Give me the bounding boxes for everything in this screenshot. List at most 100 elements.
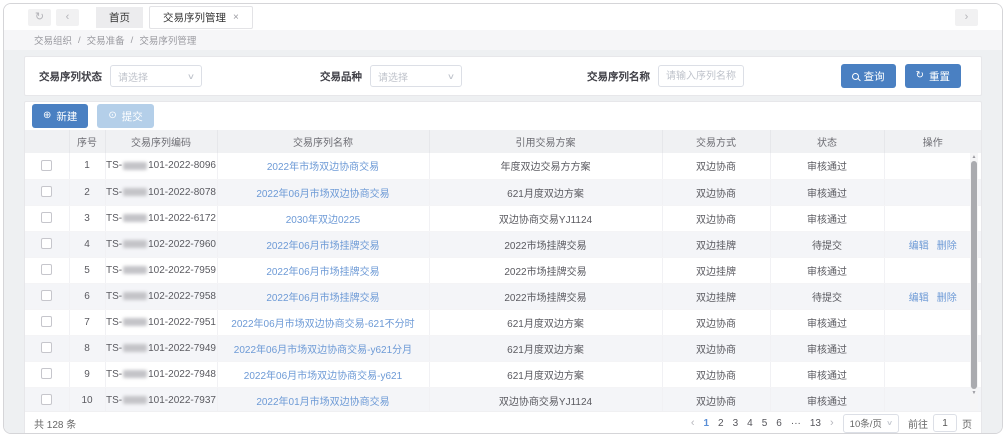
code-prefix: TS- bbox=[106, 160, 122, 171]
sequence-name-link[interactable]: 2022年06月市场双边协商交易-621不分时 bbox=[231, 319, 414, 330]
row-checkbox[interactable] bbox=[41, 290, 52, 301]
code-prefix: TS- bbox=[106, 291, 122, 302]
query-button[interactable]: 查询 bbox=[841, 64, 896, 88]
row-checkbox[interactable] bbox=[41, 160, 52, 171]
page-number[interactable]: 1 bbox=[703, 418, 709, 429]
delete-link[interactable]: 删除 bbox=[937, 293, 957, 304]
variety-select-placeholder: 请选择 bbox=[378, 69, 408, 84]
variety-select[interactable]: 请选择 ∨ bbox=[370, 65, 462, 87]
back-button[interactable]: ‹ bbox=[56, 9, 79, 26]
page-number[interactable]: 4 bbox=[747, 418, 753, 429]
sequence-name-link[interactable]: 2022年06月市场双边协商交易-y621分月 bbox=[234, 345, 412, 356]
scroll-down-icon[interactable]: ▼ bbox=[970, 389, 978, 397]
cell-index: 7 bbox=[69, 309, 105, 335]
breadcrumb-item: 交易序列管理 bbox=[139, 33, 196, 47]
code-prefix: TS- bbox=[106, 343, 122, 354]
name-filter-label: 交易序列名称 bbox=[587, 69, 650, 84]
row-checkbox[interactable] bbox=[41, 186, 52, 197]
code-suffix: 102-2022-7960 bbox=[148, 239, 216, 250]
app-window: ↻ ‹ 首页 交易序列管理 × › 交易组织 / 交易准备 / 交易序列管理 交… bbox=[3, 3, 1003, 434]
cell-mode: 双边协商 bbox=[662, 361, 770, 387]
sequence-name-link[interactable]: 2022年06月市场挂牌交易 bbox=[266, 267, 379, 278]
sequence-name-link[interactable]: 2022年01月市场双边协商交易 bbox=[256, 397, 389, 408]
cell-code: TS-101-2022-7948 bbox=[105, 361, 217, 387]
code-suffix: 101-2022-7937 bbox=[148, 395, 216, 406]
column-header: 状态 bbox=[770, 130, 884, 153]
reset-button[interactable]: ↻ 重置 bbox=[905, 64, 961, 88]
status-select[interactable]: 请选择 ∨ bbox=[110, 65, 202, 87]
code-prefix: TS- bbox=[106, 187, 122, 198]
page-number[interactable]: 2 bbox=[718, 418, 724, 429]
table-row: 4TS-102-2022-79602022年06月市场挂牌交易2022市场挂牌交… bbox=[25, 231, 981, 257]
cell-plan: 2022市场挂牌交易 bbox=[429, 231, 662, 257]
forward-button[interactable]: › bbox=[955, 9, 978, 26]
cell-code: TS-102-2022-7958 bbox=[105, 283, 217, 309]
tab-home[interactable]: 首页 bbox=[96, 7, 143, 28]
sequence-name-link[interactable]: 2030年双边0225 bbox=[286, 215, 361, 226]
cell-plan: 双边协商交易YJ1124 bbox=[429, 205, 662, 231]
sequence-name-link[interactable]: 2022年06月市场双边协商交易 bbox=[256, 189, 389, 200]
scroll-up-icon[interactable]: ▲ bbox=[970, 153, 978, 161]
sequence-name-link[interactable]: 2022年06月市场挂牌交易 bbox=[266, 241, 379, 252]
edit-link[interactable]: 编辑 bbox=[909, 293, 929, 304]
row-checkbox[interactable] bbox=[41, 212, 52, 223]
search-icon bbox=[852, 73, 859, 80]
redacted-code-segment bbox=[123, 292, 147, 300]
page-number[interactable]: 6 bbox=[776, 418, 782, 429]
table-row: 10TS-101-2022-79372022年01月市场双边协商交易双边协商交易… bbox=[25, 387, 981, 413]
page-size-select[interactable]: 10条/页 ∨ bbox=[843, 414, 899, 433]
table-row: 5TS-102-2022-79592022年06月市场挂牌交易2022市场挂牌交… bbox=[25, 257, 981, 283]
close-icon[interactable]: × bbox=[233, 12, 239, 23]
cell-actions: 编辑删除 bbox=[884, 283, 981, 309]
row-checkbox[interactable] bbox=[41, 316, 52, 327]
cell-actions bbox=[884, 257, 981, 283]
page-content: 交易序列状态 请选择 ∨ 交易品种 请选择 ∨ 交易序列名称 查询 ↻ 重置 bbox=[4, 50, 1002, 434]
row-checkbox[interactable] bbox=[41, 368, 52, 379]
breadcrumb-separator: / bbox=[131, 35, 134, 46]
row-checkbox[interactable] bbox=[41, 394, 52, 405]
cell-code: TS-102-2022-7959 bbox=[105, 257, 217, 283]
tab-sequence-management[interactable]: 交易序列管理 × bbox=[149, 6, 253, 29]
table-panel: ⊕ 新建 ⊙ 提交 序号交易序列编码交易序列名称引用交易方案交易方式状态操作 1… bbox=[24, 101, 982, 434]
refresh-icon: ↻ bbox=[35, 11, 44, 23]
create-button[interactable]: ⊕ 新建 bbox=[32, 104, 88, 128]
prev-page-icon[interactable]: ‹ bbox=[691, 417, 695, 429]
code-suffix: 101-2022-7951 bbox=[148, 317, 216, 328]
table-row: 3TS-101-2022-61722030年双边0225双边协商交易YJ1124… bbox=[25, 205, 981, 231]
cell-mode: 双边挂牌 bbox=[662, 231, 770, 257]
chevron-down-icon: ∨ bbox=[447, 72, 455, 81]
redacted-code-segment bbox=[123, 240, 147, 248]
sequence-name-link[interactable]: 2022年06月市场双边协商交易-y621 bbox=[244, 371, 402, 382]
row-checkbox[interactable] bbox=[41, 264, 52, 275]
goto-page-input[interactable] bbox=[933, 414, 957, 432]
back-icon: ‹ bbox=[66, 11, 70, 23]
sequence-table: 序号交易序列编码交易序列名称引用交易方案交易方式状态操作 1TS-101-202… bbox=[25, 130, 981, 414]
sequence-name-input[interactable] bbox=[658, 65, 744, 87]
table-row: 8TS-101-2022-79492022年06月市场双边协商交易-y621分月… bbox=[25, 335, 981, 361]
delete-link[interactable]: 删除 bbox=[937, 241, 957, 252]
code-prefix: TS- bbox=[106, 395, 122, 406]
scrollbar-thumb[interactable] bbox=[971, 161, 977, 389]
next-page-icon[interactable]: › bbox=[830, 417, 834, 429]
cell-mode: 双边协商 bbox=[662, 179, 770, 205]
tab-bar: ↻ ‹ 首页 交易序列管理 × › bbox=[4, 4, 1002, 30]
cell-status: 待提交 bbox=[770, 283, 884, 309]
cell-index: 3 bbox=[69, 205, 105, 231]
breadcrumb-item[interactable]: 交易组织 bbox=[34, 33, 72, 47]
sequence-name-link[interactable]: 2022年06月市场挂牌交易 bbox=[266, 293, 379, 304]
submit-button[interactable]: ⊙ 提交 bbox=[97, 104, 153, 128]
sequence-name-link[interactable]: 2022年市场双边协商交易 bbox=[267, 162, 379, 173]
cell-code: TS-101-2022-7951 bbox=[105, 309, 217, 335]
row-checkbox[interactable] bbox=[41, 342, 52, 353]
edit-link[interactable]: 编辑 bbox=[909, 241, 929, 252]
refresh-button[interactable]: ↻ bbox=[28, 9, 51, 26]
chevron-down-icon: ∨ bbox=[886, 419, 893, 427]
page-number[interactable]: 13 bbox=[810, 418, 821, 429]
breadcrumb-item[interactable]: 交易准备 bbox=[87, 33, 125, 47]
page-number[interactable]: 3 bbox=[733, 418, 739, 429]
vertical-scrollbar[interactable]: ▲ ▼ bbox=[970, 153, 978, 413]
cell-mode: 双边协商 bbox=[662, 153, 770, 179]
row-checkbox[interactable] bbox=[41, 238, 52, 249]
redacted-code-segment bbox=[123, 370, 147, 378]
page-number[interactable]: 5 bbox=[762, 418, 768, 429]
